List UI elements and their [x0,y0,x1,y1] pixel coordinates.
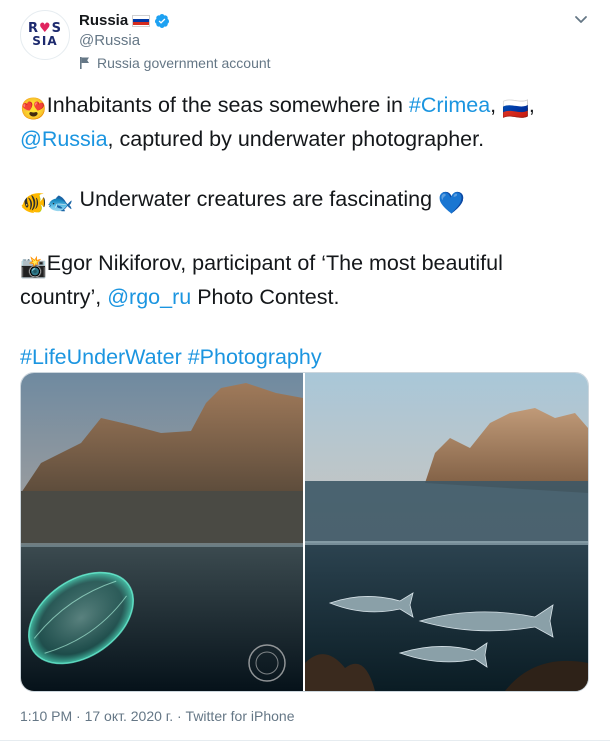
tweet-paragraph-3: 📸Egor Nikiforov, participant of ‘The mos… [20,248,590,312]
tweet-text: 😍Inhabitants of the seas somewhere in #C… [20,90,590,372]
tweet-text-span: , [528,93,535,117]
tweet-text-span: Underwater creatures are fascinating [73,187,439,211]
tweet-paragraph-1: 😍Inhabitants of the seas somewhere in #C… [20,90,590,154]
flag-icon [80,57,89,69]
bottom-divider [0,740,610,741]
russia-logo: R♥S SIA [27,21,63,48]
photo-jellyfish[interactable] [21,373,303,691]
blue-heart-emoji-icon: 💙 [438,191,465,215]
photo-fish[interactable] [305,373,588,691]
author-name-row: Russia [79,12,170,29]
tweet-text-span: Inhabitants of the seas somewhere in [46,93,409,117]
avatar[interactable]: R♥S SIA [20,10,70,60]
government-account-label[interactable]: Russia government account [79,55,271,71]
tweet-text-span: , captured by underwater photographer. [107,127,485,151]
tweet-text-span: , [490,93,503,117]
tweet-paragraph-2: 🐠🐟 Underwater creatures are fascinating … [20,184,590,218]
meta-separator: · [173,708,186,724]
camera-flash-emoji-icon: 📸 [20,255,47,279]
fish-emoji-icon: 🐟 [46,191,74,215]
mention-rgo-link[interactable]: @rgo_ru [107,285,191,309]
tropical-fish-emoji-icon: 🐠 [20,191,47,215]
author-handle[interactable]: @Russia [79,32,140,49]
tweet-text-span: Photo Contest. [191,285,340,309]
tweet-paragraph-4: #LifeUnderWater #Photography [20,342,590,372]
verified-badge-icon [155,13,170,28]
heart-eyes-emoji-icon: 😍 [20,97,47,121]
tweet-date[interactable]: 17 окт. 2020 г. [85,708,174,724]
tweet-time[interactable]: 1:10 PM [20,708,72,724]
russia-flag-emoji-icon: 🇷🇺 [502,97,529,121]
chevron-down-icon[interactable] [572,10,590,28]
hashtag-crimea-link[interactable]: #Crimea [409,93,490,117]
tweet-source[interactable]: Twitter for iPhone [186,708,295,724]
meta-separator: · [72,708,85,724]
government-account-text: Russia government account [97,55,271,71]
author-name[interactable]: Russia [79,12,128,29]
hashtag-photography-link[interactable]: #Photography [188,345,322,369]
tweet-meta: 1:10 PM · 17 окт. 2020 г. · Twitter for … [20,708,294,724]
mention-russia-link[interactable]: @Russia [20,127,108,151]
russia-flag-icon [132,14,151,27]
tweet-media [20,372,589,692]
hashtag-lifeunderwater-link[interactable]: #LifeUnderWater [20,345,182,369]
